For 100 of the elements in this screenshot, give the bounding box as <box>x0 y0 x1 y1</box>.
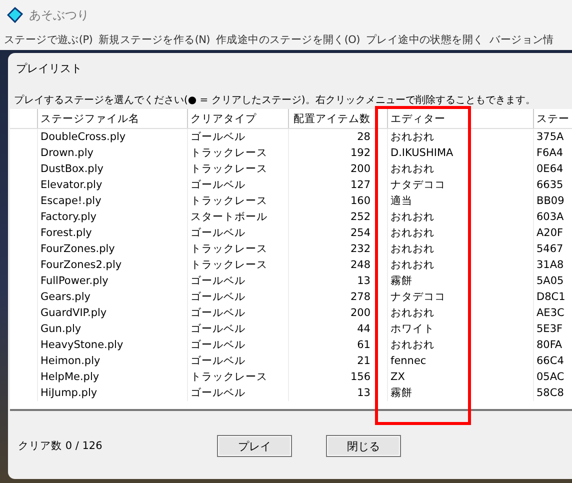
close-button[interactable]: 閉じる <box>326 435 401 457</box>
table-cell: D8C1 <box>533 289 572 305</box>
menu-item[interactable]: ステージで遊ぶ(P) <box>4 33 93 47</box>
table-cell: 5A05 <box>533 273 572 289</box>
table-cell: おれおれ <box>387 337 533 353</box>
table-cell: 05AC <box>533 369 572 385</box>
table-cell: Gun.ply <box>37 321 187 337</box>
table-cell: 61 <box>288 337 387 353</box>
table-cell: Gears.ply <box>37 289 187 305</box>
table-cell: ZX <box>387 369 533 385</box>
table-cell: 278 <box>288 289 387 305</box>
table-cell: 0E64 <box>533 161 572 177</box>
table-cell: 28 <box>288 128 387 145</box>
table-cell: 127 <box>288 177 387 193</box>
table-cell: 192 <box>288 145 387 161</box>
table-cell: ナタデココ <box>387 289 533 305</box>
table-cell: 248 <box>288 257 387 273</box>
menu-item[interactable]: 新規ステージを作る(N) <box>98 33 210 47</box>
table-cell: ゴールベル <box>187 353 288 369</box>
table-cell: おれおれ <box>387 128 533 145</box>
table-cell: ゴールベル <box>187 128 288 145</box>
table-cell: BB09 <box>533 193 572 209</box>
table-cell: 6635 <box>533 177 572 193</box>
menu-item[interactable]: バージョン情 <box>490 33 554 47</box>
table-cell: D.IKUSHIMA <box>387 145 533 161</box>
clear-count: クリア数 0 / 126 <box>18 439 104 453</box>
table-cell: HeavyStone.ply <box>37 337 187 353</box>
column-header[interactable]: ステージファイル名 <box>37 109 187 128</box>
table-cell: DustBox.ply <box>37 161 187 177</box>
table-cell: Factory.ply <box>37 209 187 225</box>
table-cell: Escape!.ply <box>37 193 187 209</box>
table-cell: 5467 <box>533 241 572 257</box>
column-header[interactable]: 配置アイテム数 <box>288 109 387 128</box>
table-cell: おれおれ <box>387 161 533 177</box>
table-cell: ナタデココ <box>387 177 533 193</box>
table-cell: トラックレース <box>187 145 288 161</box>
table-cell: 霧餅 <box>387 385 533 401</box>
table-cell: おれおれ <box>387 305 533 321</box>
table-cell: 31A8 <box>533 257 572 273</box>
table-cell: おれおれ <box>387 241 533 257</box>
menu-item[interactable]: 作成途中のステージを開く(O) <box>216 33 360 47</box>
table-cell: トラックレース <box>187 241 288 257</box>
table-cell: おれおれ <box>387 225 533 241</box>
table-cell: Drown.ply <box>37 145 187 161</box>
table-cell: DoubleCross.ply <box>37 128 187 145</box>
table-cell: F6A4 <box>533 145 572 161</box>
table-cell: 200 <box>288 161 387 177</box>
table-cell: おれおれ <box>387 257 533 273</box>
table-cell: 603A <box>533 209 572 225</box>
table-cell: 44 <box>288 321 387 337</box>
table-cell: 21 <box>288 353 387 369</box>
table-cell: A20F <box>533 225 572 241</box>
table-cell: トラックレース <box>187 257 288 273</box>
column-header[interactable]: エディター <box>387 109 533 128</box>
table-cell: 13 <box>288 273 387 289</box>
table-cell: おれおれ <box>387 209 533 225</box>
table-cell: fennec <box>387 353 533 369</box>
table-cell: FourZones2.ply <box>37 257 187 273</box>
table-cell: 254 <box>288 225 387 241</box>
table-cell: 200 <box>288 305 387 321</box>
table-cell: FourZones.ply <box>37 241 187 257</box>
table-cell: 5E3F <box>533 321 572 337</box>
table-cell: 13 <box>288 385 387 401</box>
window-title: あそぶつり <box>29 6 89 24</box>
table-cell: ホワイト <box>387 321 533 337</box>
table-cell: HelpMe.ply <box>37 369 187 385</box>
table-cell: トラックレース <box>187 161 288 177</box>
table-cell: トラックレース <box>187 193 288 209</box>
table-cell: Heimon.ply <box>37 353 187 369</box>
dialog-title: プレイリスト <box>15 61 83 77</box>
table-cell: 80FA <box>533 337 572 353</box>
table-cell: 375A <box>533 128 572 145</box>
table-cell: Elevator.ply <box>37 177 187 193</box>
app-icon <box>7 7 23 23</box>
table-cell: 霧餅 <box>387 273 533 289</box>
table-cell: スタートボール <box>187 209 288 225</box>
table-cell: ゴールベル <box>187 273 288 289</box>
table-cell: トラックレース <box>187 369 288 385</box>
table-cell: 156 <box>288 369 387 385</box>
column-header[interactable]: ステー <box>533 109 572 128</box>
table-cell: GuardVIP.ply <box>37 305 187 321</box>
menu-item[interactable]: プレイ途中の状態を開く <box>366 33 484 47</box>
table-cell: 252 <box>288 209 387 225</box>
column-header[interactable]: クリアタイプ <box>187 109 288 128</box>
table-cell: AE3C <box>533 305 572 321</box>
table-cell: ゴールベル <box>187 337 288 353</box>
table-cell: ゴールベル <box>187 385 288 401</box>
table-cell: 適当 <box>387 193 533 209</box>
table-cell: ゴールベル <box>187 177 288 193</box>
table-cell: FullPower.ply <box>37 273 187 289</box>
table-cell: ゴールベル <box>187 289 288 305</box>
table-cell: 160 <box>288 193 387 209</box>
instruction-text: プレイするステージを選んでください(● = クリアしたステージ)。右クリックメニューで削除することもできます。 <box>13 94 536 108</box>
table-cell: 232 <box>288 241 387 257</box>
table-cell: Forest.ply <box>37 225 187 241</box>
table-cell: ゴールベル <box>187 225 288 241</box>
table-cell: ゴールベル <box>187 305 288 321</box>
play-button[interactable]: プレイ <box>217 435 292 457</box>
table-cell: 66C4 <box>533 353 572 369</box>
table-cell: ゴールベル <box>187 321 288 337</box>
